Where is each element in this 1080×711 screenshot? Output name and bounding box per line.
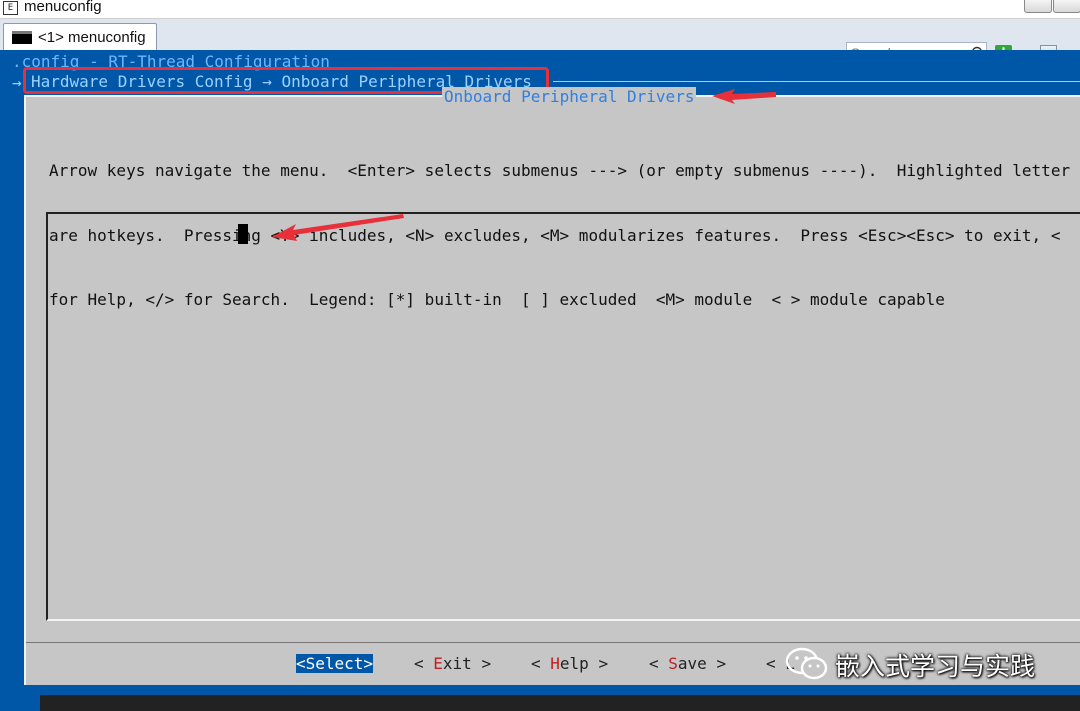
breadcrumb-arrow-icon: →: [12, 73, 22, 92]
exit-button[interactable]: < Exit >: [414, 654, 491, 673]
save-prefix: <: [649, 654, 669, 673]
button-divider: [26, 642, 1080, 643]
window-title: menuconfig: [24, 0, 102, 15]
terminal-status-strip: [40, 695, 1080, 711]
minimize-button[interactable]: [1024, 0, 1052, 13]
tab-label: <1> menuconfig: [38, 29, 146, 46]
exit-hotkey: E: [433, 654, 443, 673]
breadcrumb-rule: [553, 81, 1080, 82]
menu-list[interactable]: [46, 212, 1080, 621]
help-prefix: <: [531, 654, 551, 673]
help-button[interactable]: < Help >: [531, 654, 608, 673]
wechat-icon: [785, 647, 828, 680]
save-rest: ave >: [677, 654, 727, 673]
save-hotkey: S: [668, 654, 678, 673]
exit-prefix: <: [414, 654, 434, 673]
dialog-title: Onboard Peripheral Drivers: [442, 87, 697, 106]
app-icon: E: [3, 1, 18, 15]
help-line: Arrow keys navigate the menu. <Enter> se…: [49, 161, 1071, 180]
select-button[interactable]: <Select>: [296, 654, 374, 673]
tab-menuconfig[interactable]: <1> menuconfig: [3, 23, 157, 51]
text-cursor: [238, 224, 248, 244]
maximize-button[interactable]: [1053, 0, 1080, 13]
help-rest: elp >: [559, 654, 609, 673]
tab-strip: <1> menuconfig +: [0, 19, 1080, 64]
watermark: 嵌入式学习与实践: [785, 645, 1055, 683]
save-button[interactable]: < Save >: [649, 654, 726, 673]
help-hotkey: H: [550, 654, 560, 673]
console-icon: [12, 31, 32, 44]
menu-dialog: Onboard Peripheral Drivers Arrow keys na…: [24, 87, 1080, 685]
watermark-text: 嵌入式学习与实践: [835, 652, 1036, 681]
terminal[interactable]: .config - RT-Thread Configuration → Hard…: [0, 50, 1080, 711]
exit-rest: xit >: [442, 654, 492, 673]
window-titlebar: E menuconfig: [0, 0, 1080, 19]
